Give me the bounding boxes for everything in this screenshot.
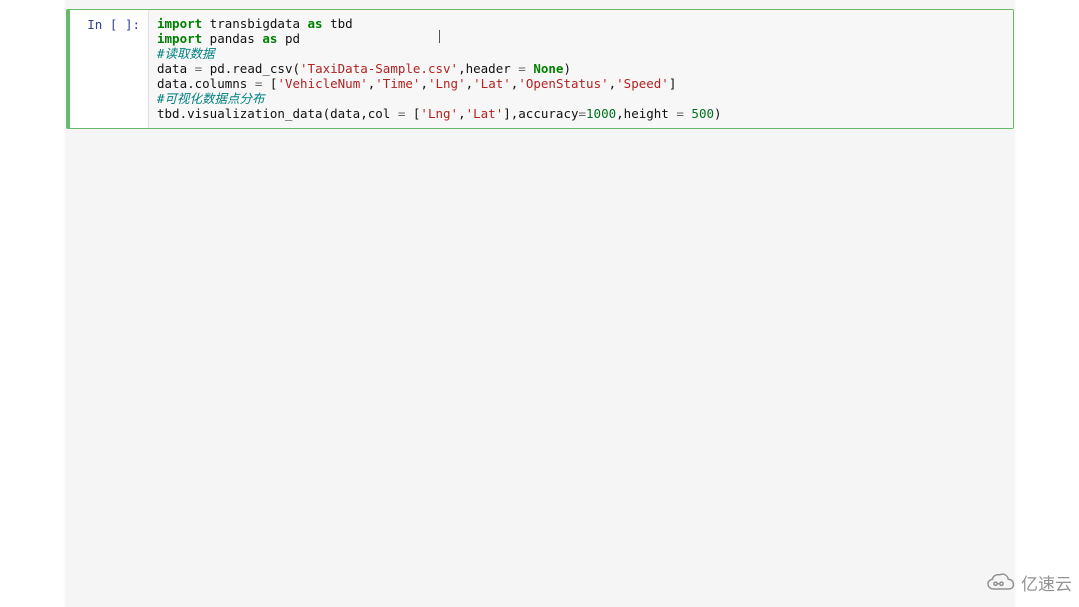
cloud-icon xyxy=(985,572,1015,594)
output-area xyxy=(66,144,1014,592)
watermark-text: 亿速云 xyxy=(1021,570,1072,595)
code-editor[interactable]: import transbigdata as tbd import pandas… xyxy=(148,10,1013,128)
previous-cell-gap xyxy=(66,0,1014,9)
notebook-container: In [ ]: import transbigdata as tbd impor… xyxy=(66,0,1014,607)
prompt-close: ]: xyxy=(125,17,140,32)
code-text[interactable]: import transbigdata as tbd import pandas… xyxy=(157,16,1005,121)
prompt-number xyxy=(117,17,125,32)
prompt-open: [ xyxy=(102,17,117,32)
code-cell[interactable]: In [ ]: import transbigdata as tbd impor… xyxy=(66,9,1014,129)
watermark: 亿速云 xyxy=(985,570,1072,595)
prompt-prefix: In xyxy=(87,17,102,32)
cell-gap xyxy=(66,129,1014,144)
text-cursor xyxy=(439,30,440,43)
cell-prompt: In [ ]: xyxy=(70,10,148,128)
